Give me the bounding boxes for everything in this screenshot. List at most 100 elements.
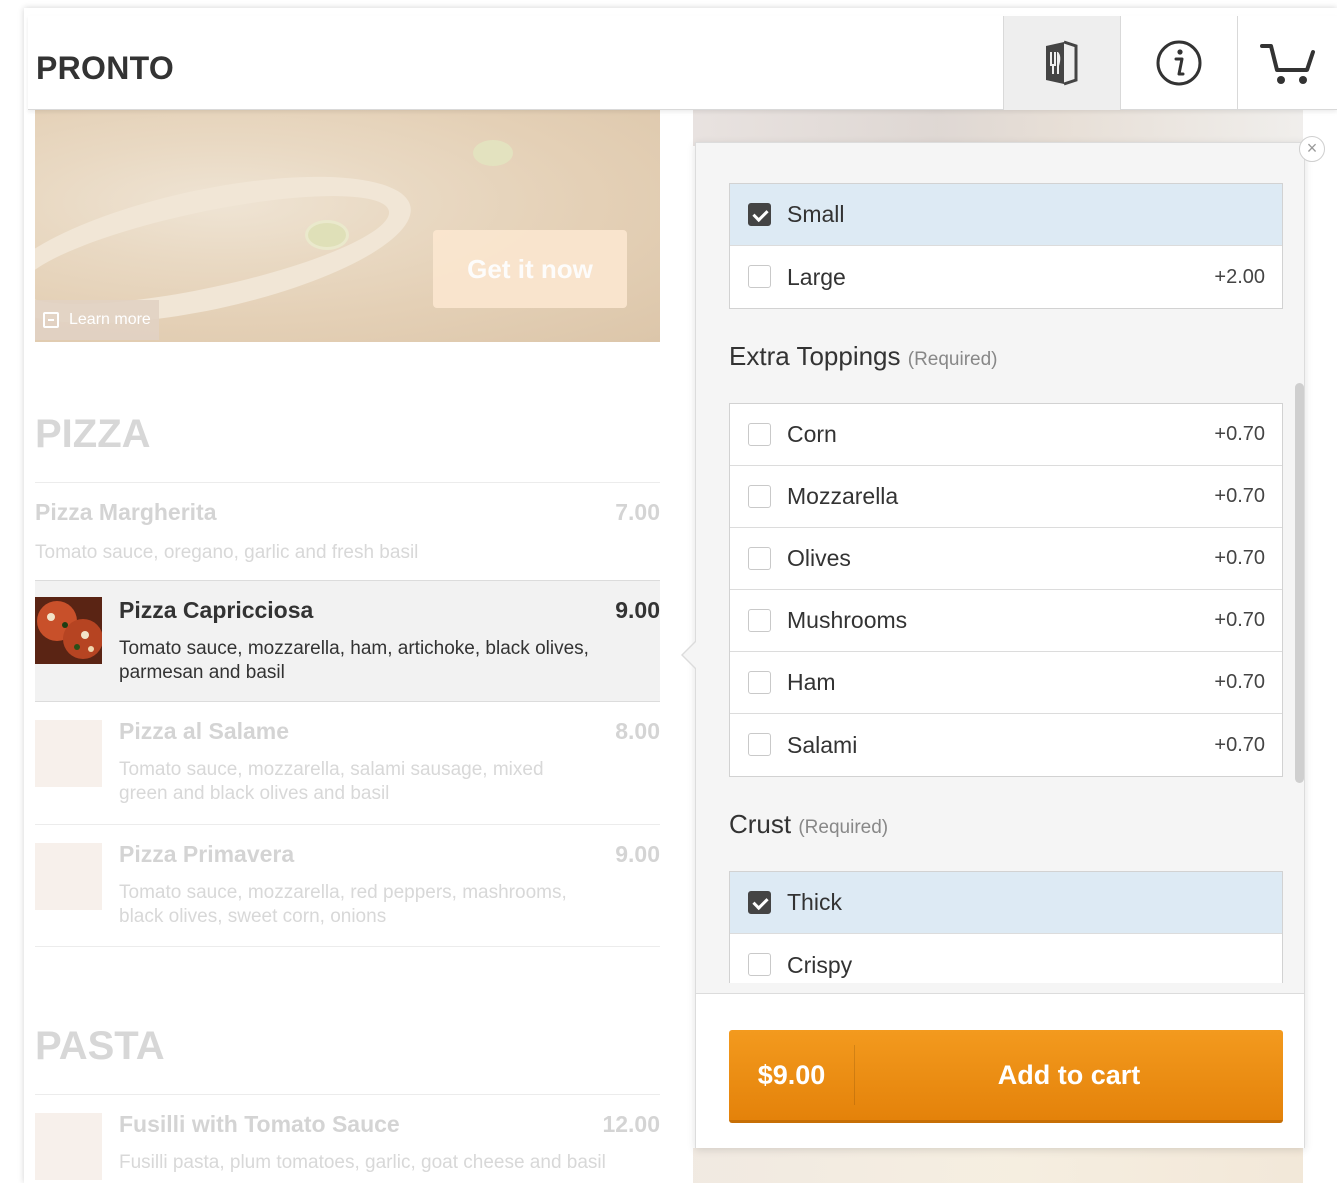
option-large[interactable]: Large +2.00 <box>730 246 1282 308</box>
group-title-text: Crust <box>729 809 792 839</box>
checkbox[interactable] <box>748 265 771 288</box>
divider <box>35 946 660 947</box>
checkbox[interactable] <box>748 671 771 694</box>
info-button[interactable] <box>1120 16 1237 110</box>
options-scroll-area[interactable]: Small Large +2.00 Extra Toppings (Requir… <box>696 143 1304 983</box>
add-to-cart-price: $9.00 <box>729 1045 855 1105</box>
item-name: Pizza Primavera <box>119 841 295 867</box>
option-ham[interactable]: Ham +0.70 <box>730 652 1282 714</box>
option-label: Ham <box>787 669 836 695</box>
hero-olive <box>473 140 513 166</box>
required-label: (Required) <box>907 349 998 370</box>
scrollbar-thumb[interactable] <box>1295 383 1304 783</box>
option-label: Mozzarella <box>787 483 899 509</box>
pizza-image-icon <box>35 597 102 664</box>
item-name: Pizza Capricciosa <box>119 597 314 623</box>
checkbox-checked[interactable] <box>748 891 771 914</box>
option-thick[interactable]: Thick <box>730 872 1282 934</box>
crust-options: Thick Crispy <box>729 871 1283 983</box>
popover-arrow <box>681 640 697 670</box>
option-crispy[interactable]: Crispy <box>730 934 1282 983</box>
option-label: Olives <box>787 545 851 571</box>
menu-item-pizza-primavera[interactable]: Pizza Primavera 9.00 Tomato sauce, mozza… <box>35 824 660 946</box>
item-thumbnail <box>35 720 102 787</box>
item-description: Tomato sauce, mozzarella, salami sausage… <box>119 759 544 804</box>
option-price: +0.70 <box>1214 733 1265 756</box>
option-label: Crispy <box>787 951 853 978</box>
option-mozzarella[interactable]: Mozzarella +0.70 <box>730 466 1282 528</box>
background-image-strip <box>693 110 1303 146</box>
option-label: Salami <box>787 731 858 758</box>
app-header: PRONTO <box>28 16 1337 110</box>
checkbox[interactable] <box>748 423 771 446</box>
checkbox[interactable] <box>748 609 771 632</box>
option-label: Mushrooms <box>787 607 908 633</box>
menu-book-icon <box>1046 40 1078 86</box>
crust-title: Crust (Required) <box>729 809 888 840</box>
app-logo: PRONTO <box>36 50 175 86</box>
option-price: +0.70 <box>1214 609 1265 631</box>
item-description: Tomato sauce, mozzarella, red peppers, m… <box>119 882 567 927</box>
app-frame: PRONTO Get it now Learn more PIZZA Pizza… <box>24 8 1337 1183</box>
option-salami[interactable]: Salami +0.70 <box>730 714 1282 776</box>
learn-more-icon <box>43 312 59 328</box>
item-price: 9.00 <box>615 597 660 623</box>
menu-item-pizza-capricciosa[interactable]: Pizza Capricciosa 9.00 Tomato sauce, moz… <box>35 580 660 702</box>
hero-banner: Get it now Learn more <box>35 110 660 342</box>
option-price: +2.00 <box>1214 265 1265 288</box>
item-name: Pizza Margherita <box>35 499 217 525</box>
option-label: Large <box>787 263 846 290</box>
item-price: 7.00 <box>615 499 660 525</box>
menu-item-pizza-al-salame[interactable]: Pizza al Salame 8.00 Tomato sauce, mozza… <box>35 702 660 824</box>
cart-button[interactable] <box>1237 16 1337 110</box>
item-price: 8.00 <box>615 718 660 744</box>
menu-button[interactable] <box>1003 16 1120 110</box>
learn-more-link[interactable]: Learn more <box>35 300 159 340</box>
option-price: +0.70 <box>1214 547 1265 569</box>
item-thumbnail <box>35 1113 102 1180</box>
option-small[interactable]: Small <box>730 184 1282 246</box>
item-name: Pizza al Salame <box>119 718 290 744</box>
size-options: Small Large +2.00 <box>729 183 1283 309</box>
cart-icon <box>1259 44 1315 84</box>
toppings-options: Corn +0.70 Mozzarella +0.70 Olives +0.70… <box>729 403 1283 777</box>
add-to-cart-label: Add to cart <box>997 1059 1141 1090</box>
checkbox[interactable] <box>748 485 771 508</box>
menu-item-pizza-margherita[interactable]: Pizza Margherita 7.00 Tomato sauce, oreg… <box>35 482 660 580</box>
popover-footer: $9.00 Add to cart <box>696 993 1304 1148</box>
option-corn[interactable]: Corn +0.70 <box>730 404 1282 466</box>
checkbox-checked[interactable] <box>748 203 771 226</box>
option-price: +0.70 <box>1214 485 1265 507</box>
group-title-text: Extra Toppings <box>729 341 901 371</box>
item-thumbnail <box>35 843 102 910</box>
get-it-now-button[interactable]: Get it now <box>433 230 627 308</box>
option-price: +0.70 <box>1214 671 1265 693</box>
option-olives[interactable]: Olives +0.70 <box>730 528 1282 590</box>
item-price: 12.00 <box>602 1111 660 1137</box>
item-thumbnail <box>35 597 102 664</box>
learn-more-label: Learn more <box>69 311 151 328</box>
option-label: Corn <box>787 421 837 447</box>
item-price: 9.00 <box>615 841 660 867</box>
hero-olive <box>305 220 349 250</box>
option-mushrooms[interactable]: Mushrooms +0.70 <box>730 590 1282 652</box>
add-to-cart-button[interactable]: $9.00 Add to cart <box>729 1030 1283 1123</box>
section-title-pizza: PIZZA <box>35 412 151 456</box>
checkbox[interactable] <box>748 547 771 570</box>
menu-item-fusilli[interactable]: Fusilli with Tomato Sauce 12.00 Fusilli … <box>35 1094 660 1183</box>
checkbox[interactable] <box>748 953 771 976</box>
option-label: Thick <box>787 889 842 915</box>
item-description: Fusilli pasta, plum tomatoes, garlic, go… <box>119 1152 606 1173</box>
toppings-title: Extra Toppings (Required) <box>729 341 998 372</box>
option-label: Small <box>787 201 845 227</box>
item-description: Tomato sauce, oregano, garlic and fresh … <box>35 542 419 563</box>
required-label: (Required) <box>798 817 889 838</box>
item-description: Tomato sauce, mozzarella, ham, artichoke… <box>119 638 589 683</box>
info-icon <box>1156 40 1202 86</box>
option-price: +0.70 <box>1214 423 1265 445</box>
background-image-strip <box>693 1148 1303 1183</box>
checkbox[interactable] <box>748 733 771 756</box>
close-popover-button[interactable]: × <box>1299 136 1325 162</box>
item-options-popover: Small Large +2.00 Extra Toppings (Requir… <box>695 142 1305 1148</box>
section-title-pasta: PASTA <box>35 1024 165 1068</box>
